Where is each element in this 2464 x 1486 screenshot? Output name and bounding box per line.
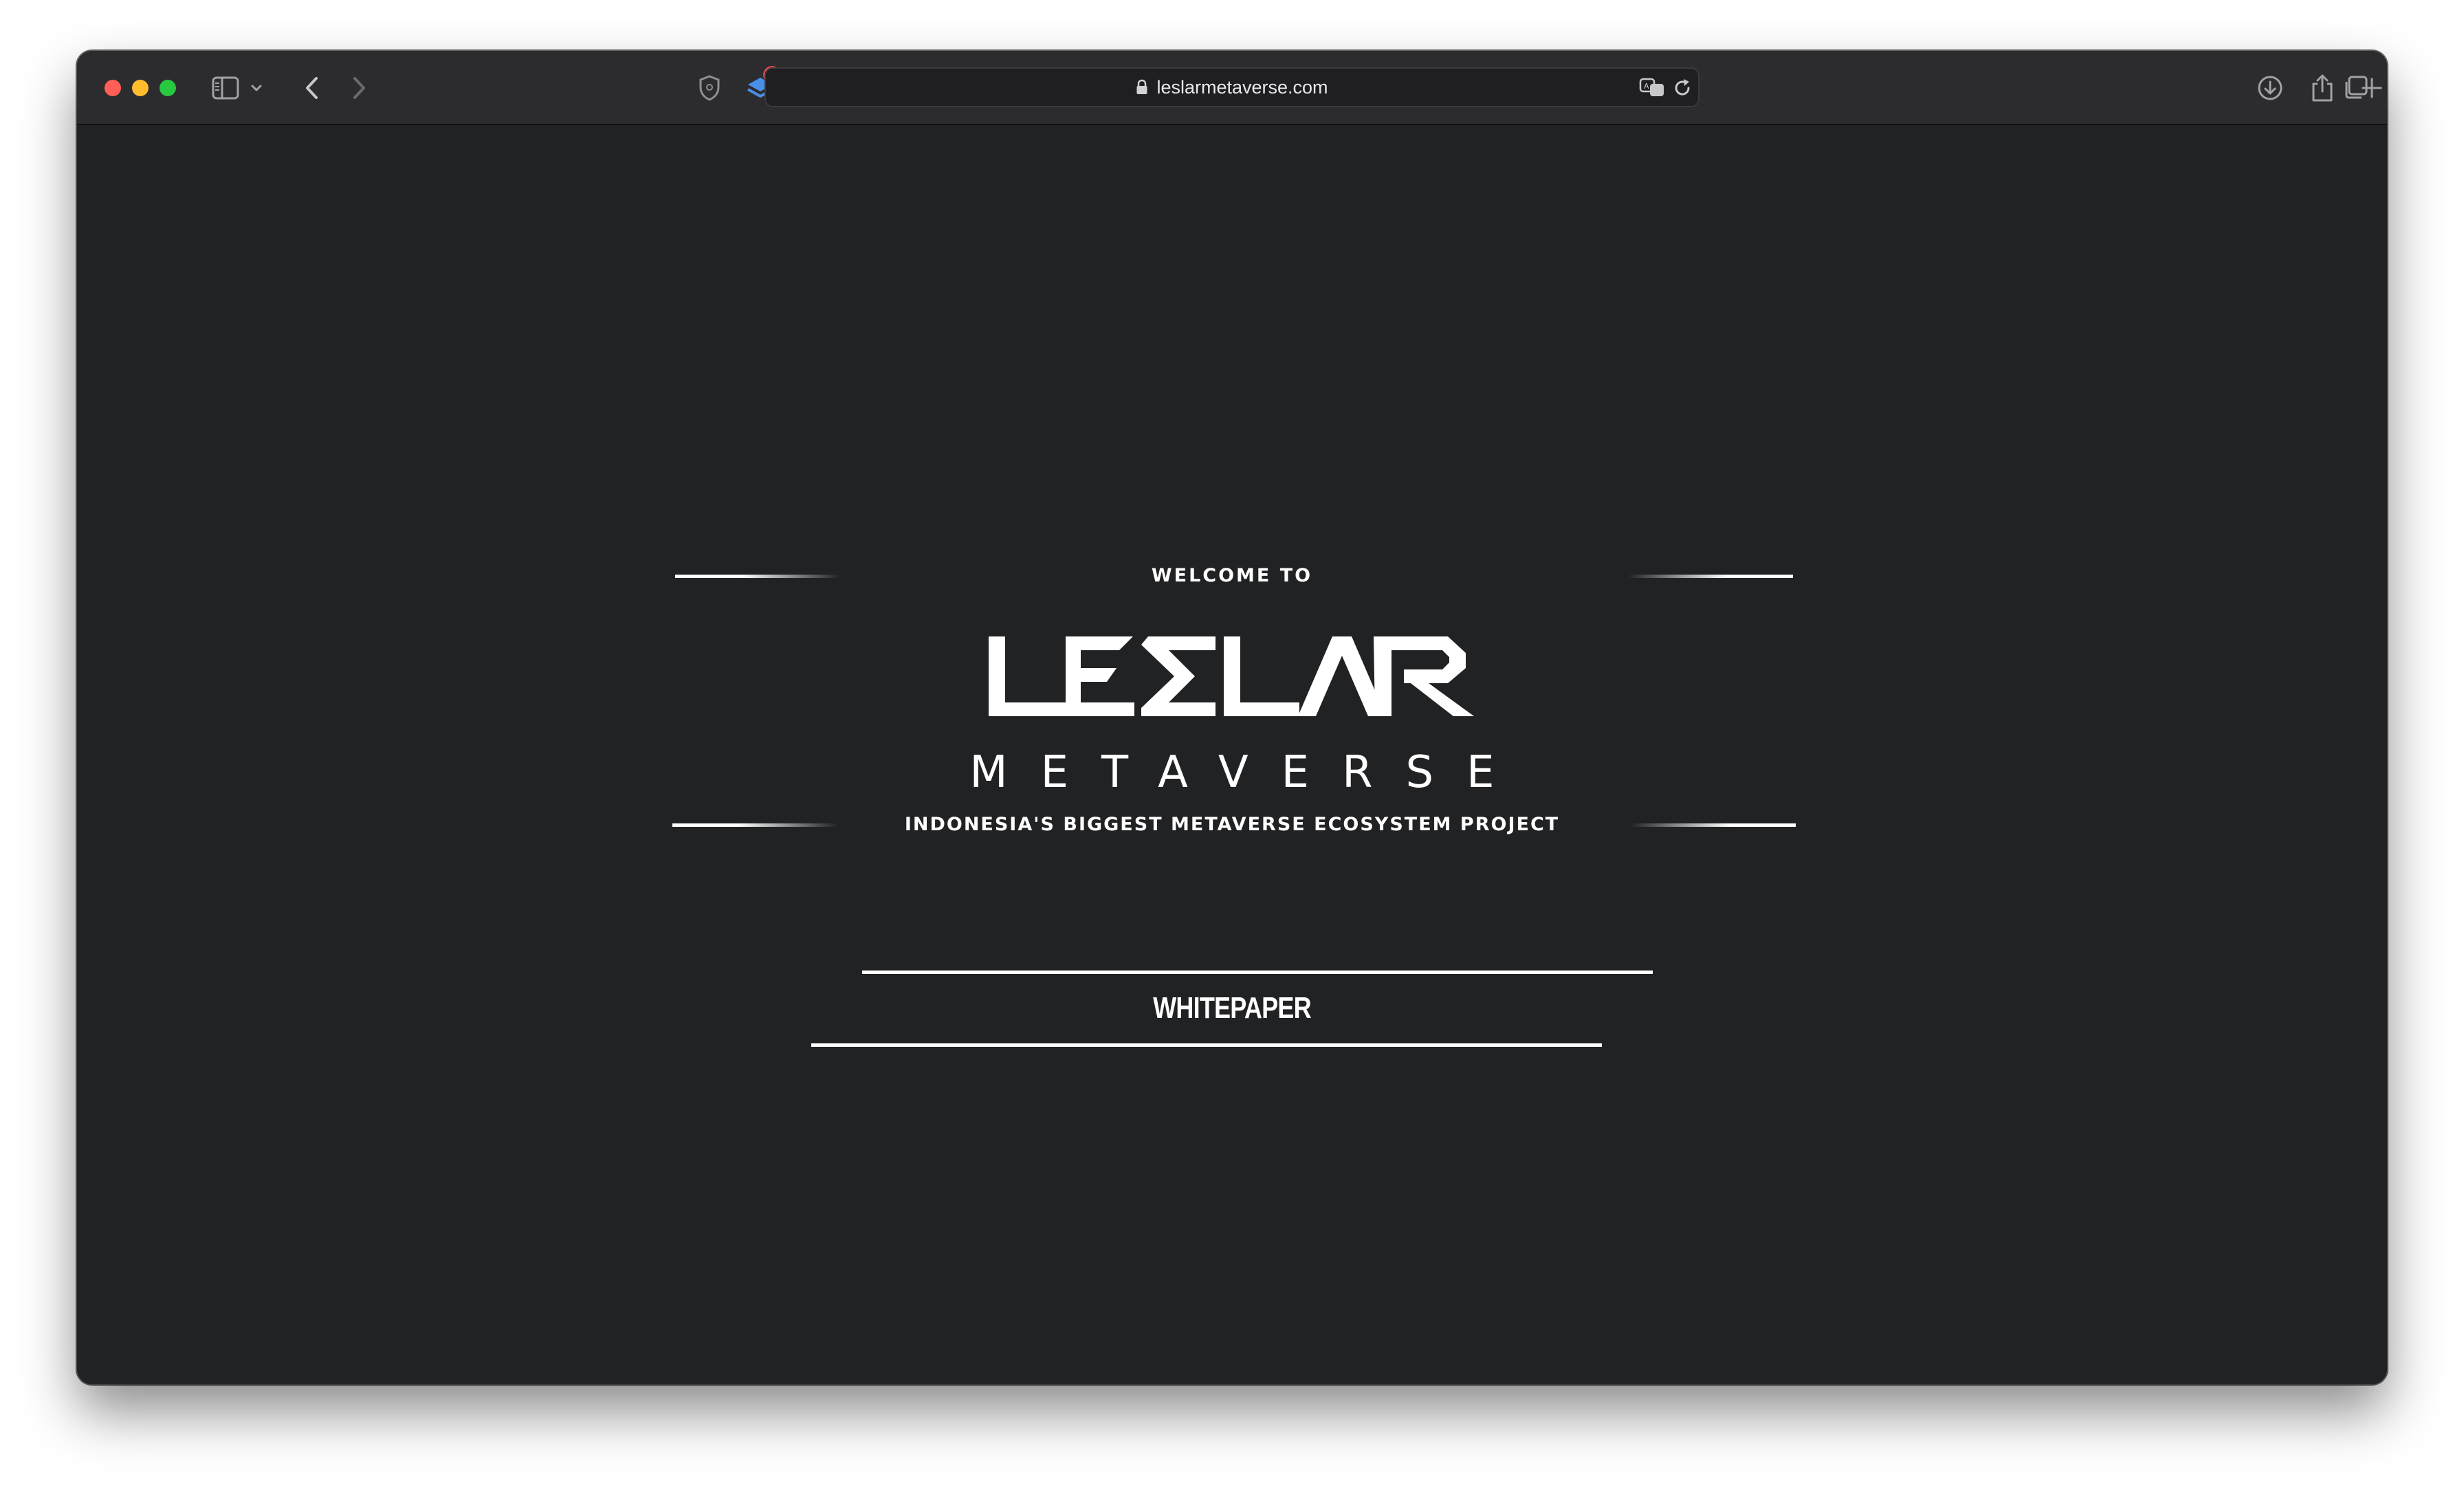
tab-overview-icon[interactable] xyxy=(2338,70,2373,106)
page-content: WELCOME TO METAVERSE INDONESIA'S BIGGEST… xyxy=(77,125,2387,1384)
address-bar[interactable]: leslarmetaverse.com A xyxy=(764,67,1700,107)
downloads-icon[interactable] xyxy=(2252,70,2288,106)
tagline: INDONESIA'S BIGGEST METAVERSE ECOSYSTEM … xyxy=(904,814,1560,835)
share-icon[interactable] xyxy=(2304,70,2340,106)
forward-arrow-icon[interactable] xyxy=(341,70,377,106)
browser-toolbar: 1 leslarmetaverse.com xyxy=(77,51,2387,125)
lock-icon xyxy=(1136,79,1148,96)
browser-window: 1 leslarmetaverse.com xyxy=(77,51,2387,1384)
back-arrow-icon[interactable] xyxy=(294,70,330,106)
whitepaper-button[interactable]: WHITEPAPER xyxy=(1119,984,1345,1032)
url-text: leslarmetaverse.com xyxy=(1156,76,1328,98)
whitepaper-top-border xyxy=(862,971,1653,974)
privacy-shield-icon[interactable] xyxy=(692,70,727,106)
logo-subtitle: METAVERSE xyxy=(969,747,1528,798)
svg-text:A: A xyxy=(1644,82,1649,91)
minimize-window-button[interactable] xyxy=(132,80,148,96)
whitepaper-bottom-border xyxy=(811,1043,1602,1047)
close-window-button[interactable] xyxy=(104,80,121,96)
reload-icon[interactable] xyxy=(1672,78,1693,98)
sidebar-toggle-icon[interactable] xyxy=(208,70,243,106)
welcome-heading: WELCOME TO xyxy=(1151,565,1313,586)
translate-icon[interactable]: A xyxy=(1639,77,1665,98)
chevron-down-icon[interactable] xyxy=(246,70,267,106)
maximize-window-button[interactable] xyxy=(160,80,176,96)
